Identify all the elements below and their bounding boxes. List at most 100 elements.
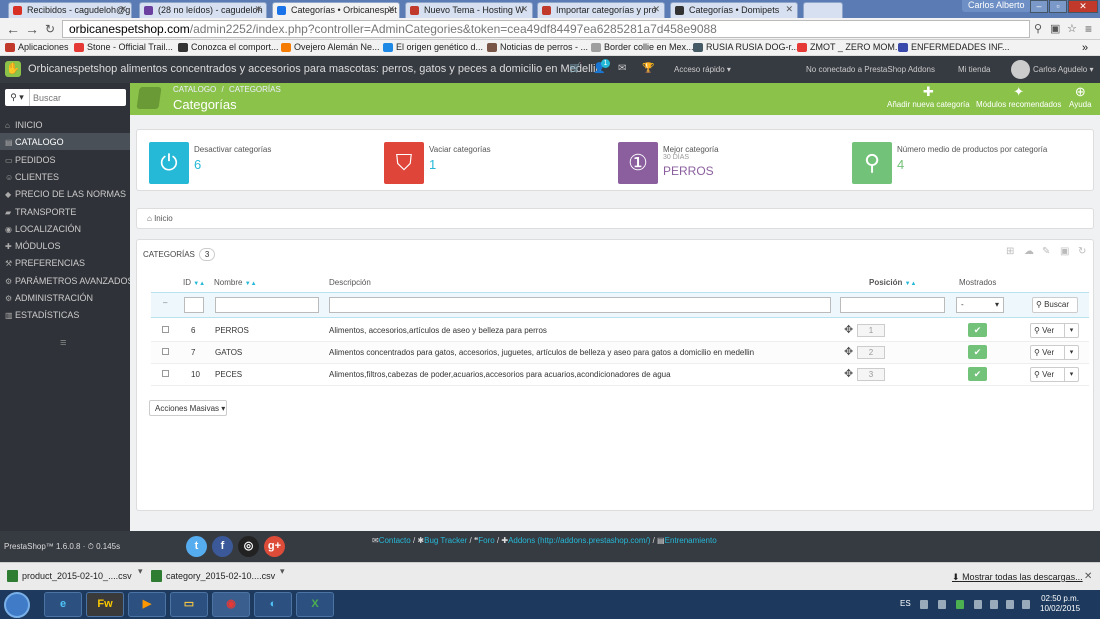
excel-icon[interactable]: X [296, 592, 334, 617]
forward-icon[interactable]: → [25, 21, 39, 37]
chevron-down-icon[interactable]: ▾ [1064, 323, 1079, 338]
filter-description-input[interactable] [329, 297, 831, 313]
breadcrumb-home[interactable]: Inicio [154, 214, 173, 223]
kpi-avg-products[interactable]: ⚲ Número medio de productos por categorí… [852, 142, 1087, 184]
twitter-icon[interactable]: t [186, 536, 207, 557]
row-checkbox[interactable] [162, 348, 169, 355]
network-icon[interactable] [1006, 600, 1014, 609]
bookmark-item[interactable]: Border collie en Mex... [591, 42, 694, 52]
close-icon[interactable]: ✕ [119, 4, 127, 15]
column-id[interactable]: ID ▼▲ [183, 278, 205, 287]
star-icon[interactable]: ☆ [1067, 21, 1077, 37]
github-icon[interactable]: ◎ [238, 536, 259, 557]
tray-icon[interactable] [956, 600, 964, 609]
row-checkbox[interactable] [162, 370, 169, 377]
breadcrumb-item[interactable]: CATEGORÍAS [229, 85, 281, 94]
tray-icon[interactable] [938, 600, 946, 609]
add-icon[interactable]: ⊞ [1006, 247, 1016, 257]
bookmark-item[interactable]: Conozca el comport... [178, 42, 279, 52]
volume-icon[interactable] [1022, 600, 1030, 609]
search-scope-dropdown[interactable]: ⚲ ▾ [5, 89, 30, 106]
edit-icon[interactable]: ✎ [1042, 247, 1052, 257]
search-button[interactable]: ⚲ Buscar [1032, 297, 1078, 313]
kpi-disabled-categories[interactable]: ⏻ Desactivar categorías 6 [149, 142, 369, 184]
google-plus-icon[interactable]: g+ [264, 536, 285, 557]
footer-link-forum[interactable]: Foro [478, 536, 494, 545]
new-tab-button[interactable] [803, 2, 843, 18]
fireworks-icon[interactable]: Fw [86, 592, 124, 617]
window-close-icon[interactable]: ✕ [1068, 0, 1098, 13]
bookmark-item[interactable]: ZMOT _ ZERO MOM... [797, 42, 902, 52]
sidebar-item-clientes[interactable]: ☺ CLIENTES [0, 168, 130, 185]
bookmark-item[interactable]: El origen genético d... [383, 42, 483, 52]
sidebar-item-parámetros-avanzados[interactable]: ⚙ PARÁMETROS AVANZADOS [0, 272, 134, 289]
breadcrumb-item[interactable]: CATALOGO [173, 85, 216, 94]
maximize-icon[interactable]: ▫ [1049, 0, 1067, 13]
shop-name[interactable]: Orbicanespetshop alimentos concentrados … [28, 63, 602, 75]
recommended-modules-button[interactable]: ✦ Módulos recomendados [976, 85, 1061, 110]
kpi-empty-categories[interactable]: ⛉ Vaciar categorías 1 [384, 142, 604, 184]
row-checkbox[interactable] [162, 326, 169, 333]
sidebar-item-localización[interactable]: ◉ LOCALIZACIÓN [0, 220, 130, 237]
chrome-icon[interactable]: ◉ [212, 592, 250, 617]
sidebar-item-estadísticas[interactable]: ▥ ESTADÍSTICAS [0, 306, 130, 323]
browser-tab-domipets[interactable]: Categorías • Domipets ✕ [670, 2, 798, 18]
close-icon[interactable]: ✕ [652, 4, 660, 15]
kpi-best-category[interactable]: ① Mejor categoría 30 DÍAS PERROS [618, 142, 838, 184]
refresh-icon[interactable]: ↻ [1078, 247, 1088, 257]
sidebar-item-transporte[interactable]: ▰ TRANSPORTE [0, 203, 130, 220]
close-icon[interactable]: ✕ [254, 4, 262, 15]
chevron-down-icon[interactable]: ▾ [1064, 367, 1079, 382]
employee-menu[interactable]: Carlos Agudelo ▾ [1033, 65, 1094, 74]
bookmark-apps[interactable]: Aplicaciones [5, 42, 69, 52]
sort-icon[interactable]: ▼▲ [245, 281, 257, 287]
search-icon[interactable]: ⚲ [1034, 21, 1042, 37]
sort-icon[interactable]: ▼▲ [905, 281, 917, 287]
screenshot-icon[interactable]: ▣ [1050, 21, 1060, 37]
cart-icon[interactable]: 🛒 [569, 63, 581, 74]
prestashop-logo-icon[interactable]: ✋ [5, 61, 21, 77]
add-category-button[interactable]: ✚ Añadir nueva categoría [887, 85, 970, 110]
address-bar[interactable]: orbicanespetshop.com/admin2252/index.php… [62, 20, 1030, 38]
facebook-icon[interactable]: f [212, 536, 233, 557]
browser-tab-mail[interactable]: (28 no leídos) - cagudeloh ✕ [139, 2, 267, 18]
quick-access-dropdown[interactable]: Acceso rápido ▾ [674, 65, 731, 74]
bookmark-item[interactable]: RUSIA RUSIA DOG-r... [693, 42, 799, 52]
browser-tab-hosting[interactable]: Nuevo Tema - Hosting W ✕ [405, 2, 533, 18]
filter-name-input[interactable] [215, 297, 319, 313]
filter-position-input[interactable] [840, 297, 945, 313]
bookmark-item[interactable]: Noticias de perros - ... [487, 42, 588, 52]
folder-icon[interactable]: ▭ [170, 592, 208, 617]
browser-tab-importar[interactable]: Importar categorías y pro ✕ [537, 2, 665, 18]
search-input[interactable] [33, 89, 123, 106]
bookmark-item[interactable]: ENFERMEDADES INF... [898, 42, 1010, 52]
close-icon[interactable]: ✕ [785, 4, 793, 15]
column-name[interactable]: Nombre ▼▲ [214, 278, 257, 287]
close-icon[interactable]: ✕ [1084, 571, 1092, 582]
enabled-check-icon[interactable]: ✔ [968, 345, 987, 359]
footer-link-addons[interactable]: Addons (http://addons.prestashop.com/) [508, 536, 650, 545]
enabled-check-icon[interactable]: ✔ [968, 323, 987, 337]
bulk-actions-button[interactable]: Acciones Masivas ▾ [149, 400, 227, 416]
minimize-icon[interactable]: – [1030, 0, 1048, 13]
media-player-icon[interactable]: ▶ [128, 592, 166, 617]
view-button[interactable]: ⚲ Ver [1030, 345, 1065, 360]
reload-icon[interactable]: ↻ [45, 21, 55, 37]
tray-icon[interactable] [974, 600, 982, 609]
browser-tab-gmail[interactable]: Recibidos - cagudeloh@g ✕ [8, 2, 132, 18]
clock[interactable]: 02:50 p.m. 10/02/2015 [1040, 594, 1080, 614]
column-position[interactable]: Posición ▼▲ [869, 278, 916, 287]
drag-handle-icon[interactable]: ✥ [844, 323, 853, 336]
enabled-check-icon[interactable]: ✔ [968, 367, 987, 381]
show-all-downloads-link[interactable]: ⬇ Mostrar todas las descargas... [952, 572, 1083, 583]
language-indicator[interactable]: ES [900, 599, 911, 608]
sidebar-item-preferencias[interactable]: ⚒ PREFERENCIAS [0, 254, 130, 271]
bookmark-item[interactable]: Ovejero Alemán Ne... [281, 42, 380, 52]
cloud-upload-icon[interactable]: ☁ [1024, 247, 1034, 257]
table-row[interactable]: 7 GATOS Alimentos concentrados para gatos,… [151, 342, 1089, 364]
chevron-down-icon[interactable]: ▾ [280, 566, 285, 577]
view-button[interactable]: ⚲ Ver [1030, 367, 1065, 382]
addons-status[interactable]: No conectado a PrestaShop Addons [806, 65, 935, 74]
drag-handle-icon[interactable]: ✥ [844, 345, 853, 358]
close-icon[interactable]: ✕ [520, 4, 528, 15]
